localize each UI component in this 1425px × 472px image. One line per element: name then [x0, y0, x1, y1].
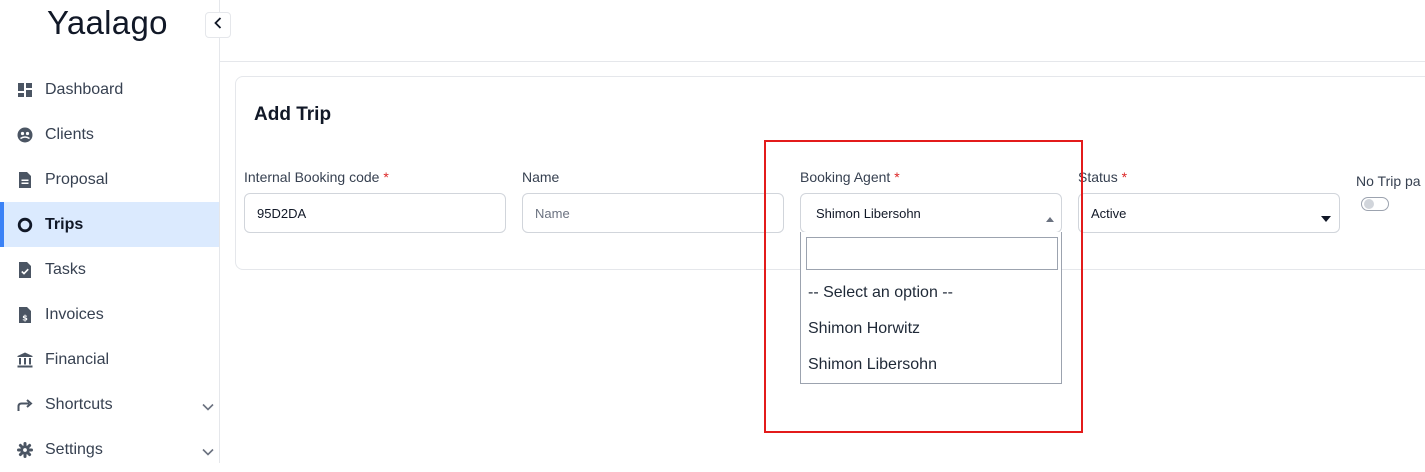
sidebar-item-invoices[interactable]: $ Invoices — [0, 292, 219, 337]
booking-code-label: Internal Booking code * — [244, 169, 389, 185]
sidebar-item-settings[interactable]: Settings — [0, 427, 219, 472]
topbar-divider — [219, 61, 1425, 62]
sidebar: Yaalago Dashboard Clients Proposal Trips — [0, 0, 220, 463]
circle-icon — [17, 217, 33, 233]
name-label: Name — [522, 169, 560, 185]
sidebar-item-label: Clients — [45, 125, 94, 143]
caret-down-icon — [1321, 210, 1331, 225]
bank-icon — [17, 352, 33, 368]
share-arrow-icon — [17, 397, 33, 413]
booking-agent-select[interactable]: Shimon Libersohn — [800, 193, 1062, 233]
sidebar-item-financial[interactable]: Financial — [0, 337, 219, 382]
required-mark: * — [894, 169, 900, 185]
status-select[interactable]: Active — [1078, 193, 1340, 233]
page-title: Add Trip — [254, 104, 332, 125]
booking-code-input[interactable]: 95D2DA — [244, 193, 506, 233]
required-mark: * — [1121, 169, 1128, 185]
chevron-left-icon — [214, 16, 222, 34]
chevron-down-icon[interactable] — [202, 443, 214, 461]
gear-icon — [17, 441, 33, 458]
dropdown-search-input[interactable] — [806, 237, 1058, 270]
caret-up-icon — [1046, 210, 1054, 225]
sidebar-item-label: Dashboard — [45, 80, 124, 98]
dropdown-option[interactable]: Shimon Horwitz — [808, 320, 920, 338]
no-trip-label: No Trip pa — [1356, 173, 1421, 189]
sidebar-item-shortcuts[interactable]: Shortcuts — [0, 382, 219, 427]
required-mark: * — [383, 169, 389, 185]
name-input[interactable]: Name — [522, 193, 784, 233]
status-label: Status * — [1078, 169, 1128, 185]
sidebar-item-label: Trips — [45, 215, 84, 233]
sidebar-collapse-button[interactable] — [205, 12, 231, 38]
dashboard-icon — [17, 82, 33, 98]
booking-agent-label: Booking Agent * — [800, 169, 900, 185]
booking-agent-dropdown: -- Select an option -- Shimon Horwitz Sh… — [800, 232, 1062, 384]
sidebar-item-label: Tasks — [45, 260, 86, 278]
dropdown-option[interactable]: Shimon Libersohn — [808, 356, 937, 374]
sidebar-item-label: Proposal — [45, 170, 109, 188]
dropdown-option[interactable]: -- Select an option -- — [808, 284, 953, 302]
sidebar-item-label: Shortcuts — [45, 395, 113, 413]
brand-logo: Yaalago — [47, 4, 168, 41]
svg-text:$: $ — [22, 313, 28, 322]
sidebar-item-label: Financial — [45, 350, 110, 368]
sidebar-item-proposal[interactable]: Proposal — [0, 157, 219, 202]
sidebar-item-clients[interactable]: Clients — [0, 112, 219, 157]
clients-icon — [17, 127, 33, 143]
sidebar-item-trips[interactable]: Trips — [0, 202, 219, 247]
invoice-icon: $ — [17, 306, 33, 323]
chevron-down-icon[interactable] — [202, 398, 214, 416]
sidebar-item-label: Settings — [45, 440, 103, 458]
no-trip-toggle[interactable] — [1361, 197, 1389, 211]
sidebar-item-tasks[interactable]: Tasks — [0, 247, 219, 292]
task-icon — [17, 261, 33, 278]
sidebar-nav: Dashboard Clients Proposal Trips Tasks $… — [0, 67, 219, 472]
document-icon — [17, 171, 33, 188]
sidebar-item-dashboard[interactable]: Dashboard — [0, 67, 219, 112]
sidebar-item-label: Invoices — [45, 305, 104, 323]
